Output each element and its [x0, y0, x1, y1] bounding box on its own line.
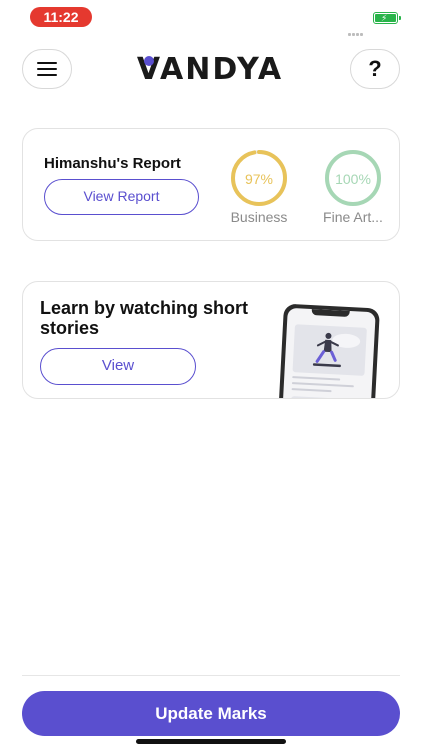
report-card: Himanshu's Report View Report 97% Busine…: [22, 128, 400, 241]
stories-card: Learn by watching short stories View: [22, 281, 400, 399]
business-progress-ring[interactable]: 97%: [225, 149, 293, 207]
footer-divider: [22, 675, 400, 676]
app-screen: 11:22 ⚡ VANDYA ? Himanshu's Report View …: [0, 0, 422, 750]
fine-art-progress-ring[interactable]: 100%: [319, 149, 387, 207]
update-marks-button[interactable]: Update Marks: [22, 691, 400, 736]
status-time: 11:22: [30, 7, 92, 27]
phone-illustration: [278, 303, 380, 398]
stories-title: Learn by watching short stories: [40, 298, 249, 338]
menu-button[interactable]: [22, 49, 72, 89]
help-button[interactable]: ?: [350, 49, 400, 89]
home-indicator: [136, 739, 286, 744]
business-percent: 97%: [244, 171, 274, 187]
hamburger-icon: [37, 62, 57, 76]
business-label: Business: [230, 209, 288, 225]
battery-charging-icon: ⚡: [373, 12, 401, 24]
fine-art-label: Fine Art...: [323, 209, 383, 225]
fine-art-percent: 100%: [335, 171, 371, 187]
status-bar: 11:22 ⚡: [0, 0, 422, 36]
app-logo: VANDYA: [124, 54, 296, 86]
signal-icon: [348, 18, 368, 36]
skater-illustration-icon: [292, 324, 367, 376]
view-report-button[interactable]: View Report: [44, 179, 199, 215]
logo-dot-icon: [144, 56, 154, 66]
report-title: Himanshu's Report: [44, 155, 181, 172]
view-stories-button[interactable]: View: [40, 348, 196, 385]
